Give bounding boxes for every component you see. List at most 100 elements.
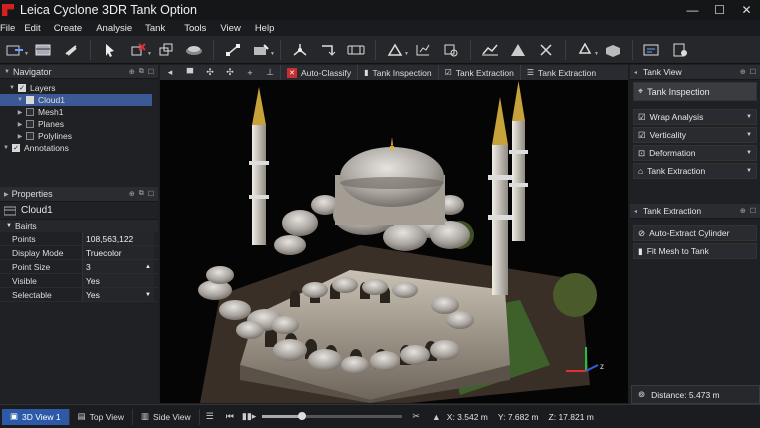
tree-node-cloud1[interactable]: ▼ Cloud1 (0, 94, 152, 106)
maximize-button[interactable]: ☐ (706, 0, 733, 20)
expand-arrow-icon[interactable]: ▶ (16, 133, 24, 140)
dropdown-arrow-icon[interactable]: ▼ (746, 150, 752, 156)
deform-icon[interactable] (535, 40, 557, 60)
scan-icon[interactable] (183, 40, 205, 60)
minimize-button[interactable]: — (679, 0, 706, 20)
section-icon[interactable] (345, 40, 367, 60)
property-value[interactable]: Yes (82, 274, 154, 287)
dropdown-arrow-icon[interactable]: ▼ (145, 292, 151, 298)
visibility-checkbox[interactable]: ✓ (18, 84, 26, 92)
mesh-icon[interactable] (289, 40, 311, 60)
rotate-icon[interactable]: ✣ (203, 67, 217, 78)
expand-arrow-icon[interactable]: ▼ (16, 97, 24, 103)
inspect-icon[interactable] (440, 40, 462, 60)
property-value[interactable]: 108,563,122 (82, 232, 154, 245)
vertical-icon[interactable]: ⊥ (263, 67, 277, 78)
fit-mesh-to-tank-button[interactable]: ▮ Fit Mesh to Tank (633, 243, 757, 259)
menu-file[interactable]: File (0, 23, 15, 34)
collapse-arrow-icon[interactable]: ▶ (4, 191, 9, 198)
tank-extraction-list-button[interactable]: ☰ Tank Extraction (519, 65, 602, 80)
link-icon[interactable] (60, 40, 82, 60)
collapse-arrow-icon[interactable]: ▼ (4, 69, 10, 75)
tree-node-annotations[interactable]: ▼ ✓ Annotations (0, 142, 158, 154)
close-button[interactable]: ✕ (733, 0, 760, 20)
compare-icon[interactable] (479, 40, 501, 60)
measure-icon[interactable]: ▼ (250, 40, 275, 60)
add-icon[interactable]: + (243, 68, 257, 78)
tank-inspection-button[interactable]: ▮ Tank Inspection (357, 65, 437, 80)
package-icon[interactable] (602, 40, 624, 60)
properties-section[interactable]: ▼ Bairts (0, 220, 158, 232)
fit-icon[interactable] (317, 40, 339, 60)
auto-classify-button[interactable]: ✕ Auto-Classify (280, 65, 357, 80)
step-back-icon[interactable]: ⏮ (226, 411, 234, 422)
analysis-icon[interactable] (412, 40, 434, 60)
pin-icon[interactable]: ⊕ (129, 190, 135, 198)
view-tab-top-view[interactable]: ▤ Top View (70, 408, 133, 425)
new-icon[interactable] (669, 40, 691, 60)
collapse-arrow-icon[interactable]: ◂ (634, 208, 637, 215)
pin-icon[interactable]: ⊕ (740, 68, 746, 76)
dock-icon[interactable]: ⧉ (139, 68, 144, 76)
visibility-checkbox[interactable]: ✓ (12, 144, 20, 152)
pin-icon[interactable]: ⊕ (740, 207, 746, 215)
view-tab-3d-view-1[interactable]: ▣ 3D View 1 (2, 408, 70, 425)
dropdown-arrow-icon[interactable]: ▼ (746, 114, 752, 120)
register-icon[interactable] (222, 40, 244, 60)
auto-extract-cylinder-button[interactable]: ⊘ Auto-Extract Cylinder (633, 225, 757, 241)
dock-icon[interactable]: ⧉ (139, 190, 144, 198)
menu-tools[interactable]: Tools (184, 23, 206, 34)
tank-extraction-button[interactable]: ☑ Tank Extraction (437, 65, 520, 80)
align-icon[interactable]: ▼ (384, 40, 409, 60)
menu-create[interactable]: Create (54, 23, 83, 34)
property-value[interactable]: Truecolor (82, 246, 154, 259)
import-icon[interactable]: ▼ (4, 40, 29, 60)
panel-close-icon[interactable]: ☐ (750, 68, 756, 76)
timeline-icon[interactable]: ▮▮▸ (242, 411, 256, 422)
wrap-analysis-button[interactable]: ☑ Wrap Analysis ▼ (633, 109, 757, 125)
report-icon[interactable] (641, 40, 663, 60)
visibility-checkbox[interactable] (26, 120, 34, 128)
spinner-up-icon[interactable]: ▲ (145, 264, 151, 270)
view-tab-side-view[interactable]: ▥ Side View (133, 408, 200, 425)
tank-inspection-main-button[interactable]: ⌖ Tank Inspection (633, 82, 757, 101)
layers-icon[interactable] (32, 40, 54, 60)
panel-close-icon[interactable]: ☐ (148, 68, 154, 76)
move-icon[interactable]: ✣ (223, 67, 237, 78)
timeline-handle[interactable] (297, 412, 306, 420)
tree-node-planes[interactable]: ▶ Planes (0, 118, 158, 130)
expand-arrow-icon[interactable]: ▼ (8, 85, 16, 91)
pin-icon[interactable]: ⊕ (129, 68, 135, 76)
tank-extraction-item-button[interactable]: ⌂ Tank Extraction ▼ (633, 163, 757, 179)
expand-arrow-icon[interactable]: ▶ (16, 121, 24, 128)
list-view-icon[interactable]: ☰ (206, 411, 214, 422)
dropdown-arrow-icon[interactable]: ▼ (746, 132, 752, 138)
menu-help[interactable]: Help (255, 23, 275, 34)
pin-tool-icon[interactable]: ✂ (412, 411, 420, 422)
expand-arrow-icon[interactable]: ▶ (16, 109, 24, 116)
recycle-icon[interactable]: ▼ (574, 40, 599, 60)
menu-tank[interactable]: Tank (145, 23, 165, 34)
property-value[interactable]: Yes ▼ (82, 288, 154, 301)
verticality-button[interactable]: ☑ Verticality ▼ (633, 127, 757, 143)
clip-icon[interactable]: ▼ (127, 40, 152, 60)
panel-close-icon[interactable]: ☐ (750, 207, 756, 215)
property-value[interactable]: 3 ▲ (82, 260, 154, 273)
visibility-checkbox[interactable] (26, 108, 34, 116)
timeline-slider[interactable] (262, 412, 403, 420)
expand-arrow-icon[interactable]: ▼ (2, 145, 10, 151)
collapse-arrow-icon[interactable]: ◂ (634, 69, 637, 76)
tree-node-mesh1[interactable]: ▶ Mesh1 (0, 106, 158, 118)
menu-analysie[interactable]: Analysie (96, 23, 132, 34)
tree-node-layers[interactable]: ▼ ✓ Layers (0, 82, 158, 94)
tree-node-polylines[interactable]: ▶ Polylines (0, 130, 158, 142)
select-icon[interactable] (99, 40, 121, 60)
volume-icon[interactable] (507, 40, 529, 60)
menu-view[interactable]: View (220, 23, 240, 34)
menu-edit[interactable]: Edit (24, 23, 40, 34)
3d-viewport[interactable]: z ◂ ▀ ✣ ✣ + ⊥ ✕ Auto-Classify ▮ Tank Ins… (160, 65, 628, 403)
move-up-icon[interactable]: ◂ (163, 67, 177, 78)
visibility-checkbox[interactable] (26, 132, 34, 140)
pan-icon[interactable]: ▀ (183, 68, 197, 78)
deformation-button[interactable]: ⊡ Deformation ▼ (633, 145, 757, 161)
